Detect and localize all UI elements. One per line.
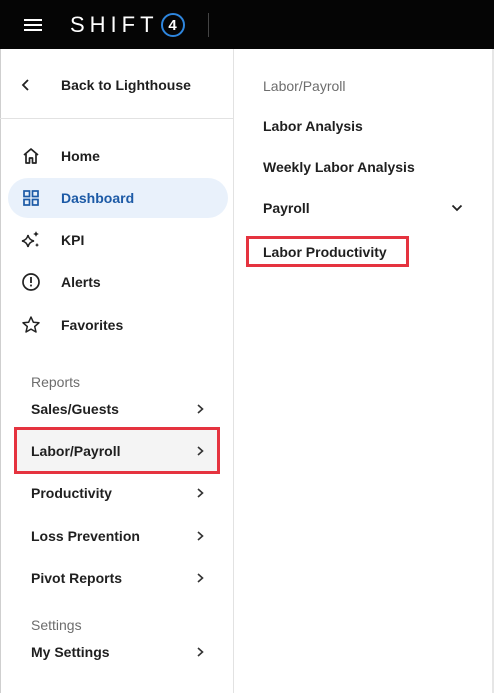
- submenu-label: Weekly Labor Analysis: [263, 159, 415, 175]
- report-item-productivity[interactable]: Productivity: [14, 473, 220, 513]
- nav-label: KPI: [61, 232, 85, 248]
- nav-item-home[interactable]: Home: [8, 136, 228, 176]
- submenu-item-labor-productivity[interactable]: Labor Productivity: [246, 236, 409, 267]
- settings-section-header: Settings: [31, 617, 82, 633]
- report-label: Loss Prevention: [31, 528, 140, 544]
- topbar-divider: [208, 13, 209, 37]
- submenu-item-weekly-labor-analysis[interactable]: Weekly Labor Analysis: [249, 147, 474, 187]
- submenu-header: Labor/Payroll: [263, 78, 346, 94]
- hamburger-icon[interactable]: [24, 17, 44, 33]
- report-label: Pivot Reports: [31, 570, 123, 586]
- report-label: Productivity: [31, 485, 112, 501]
- back-to-lighthouse-link[interactable]: Back to Lighthouse: [19, 71, 191, 99]
- report-label: Sales/Guests: [31, 401, 119, 417]
- report-item-loss-prevention[interactable]: Loss Prevention: [14, 516, 220, 556]
- nav-label: Favorites: [61, 317, 124, 333]
- chevron-left-icon: [19, 78, 47, 92]
- reports-section-header: Reports: [31, 374, 81, 390]
- top-bar: SHIFT 4: [0, 0, 494, 49]
- report-item-labor-payroll[interactable]: Labor/Payroll: [14, 427, 220, 474]
- submenu-label: Labor Analysis: [263, 118, 363, 134]
- nav-item-favorites[interactable]: Favorites: [8, 305, 228, 345]
- submenu-item-labor-analysis[interactable]: Labor Analysis: [249, 106, 474, 146]
- chevron-right-icon: [194, 530, 218, 542]
- submenu-label: Labor Productivity: [263, 243, 387, 260]
- report-item-sales-guests[interactable]: Sales/Guests: [14, 389, 220, 429]
- nav-item-dashboard[interactable]: Dashboard: [8, 178, 228, 218]
- chevron-right-icon: [194, 646, 218, 658]
- report-label: Labor/Payroll: [31, 442, 121, 459]
- chevron-right-icon: [194, 445, 218, 457]
- chevron-down-icon: [450, 201, 474, 215]
- brand-badge: 4: [160, 13, 185, 37]
- nav-item-kpi[interactable]: KPI: [8, 220, 228, 260]
- nav-label: Dashboard: [61, 190, 135, 206]
- submenu-label: Payroll: [263, 200, 310, 216]
- report-item-pivot-reports[interactable]: Pivot Reports: [14, 558, 220, 598]
- alert-circle-icon: [18, 269, 44, 295]
- nav-label: Home: [61, 148, 100, 164]
- grid-icon: [18, 185, 44, 211]
- settings-item-my-settings[interactable]: My Settings: [14, 632, 220, 672]
- nav-divider: [0, 118, 233, 119]
- nav-item-alerts[interactable]: Alerts: [8, 262, 228, 302]
- settings-label: My Settings: [31, 644, 110, 660]
- back-label: Back to Lighthouse: [61, 77, 191, 93]
- nav-label: Alerts: [61, 274, 101, 290]
- chevron-right-icon: [194, 572, 218, 584]
- brand-text: SHIFT: [70, 12, 159, 37]
- sparkle-icon: [18, 227, 44, 253]
- chevron-right-icon: [194, 403, 218, 415]
- star-icon: [18, 312, 44, 338]
- brand-logo[interactable]: SHIFT 4: [70, 12, 185, 38]
- submenu-item-payroll[interactable]: Payroll: [249, 188, 474, 228]
- chevron-right-icon: [194, 487, 218, 499]
- home-icon: [18, 143, 44, 169]
